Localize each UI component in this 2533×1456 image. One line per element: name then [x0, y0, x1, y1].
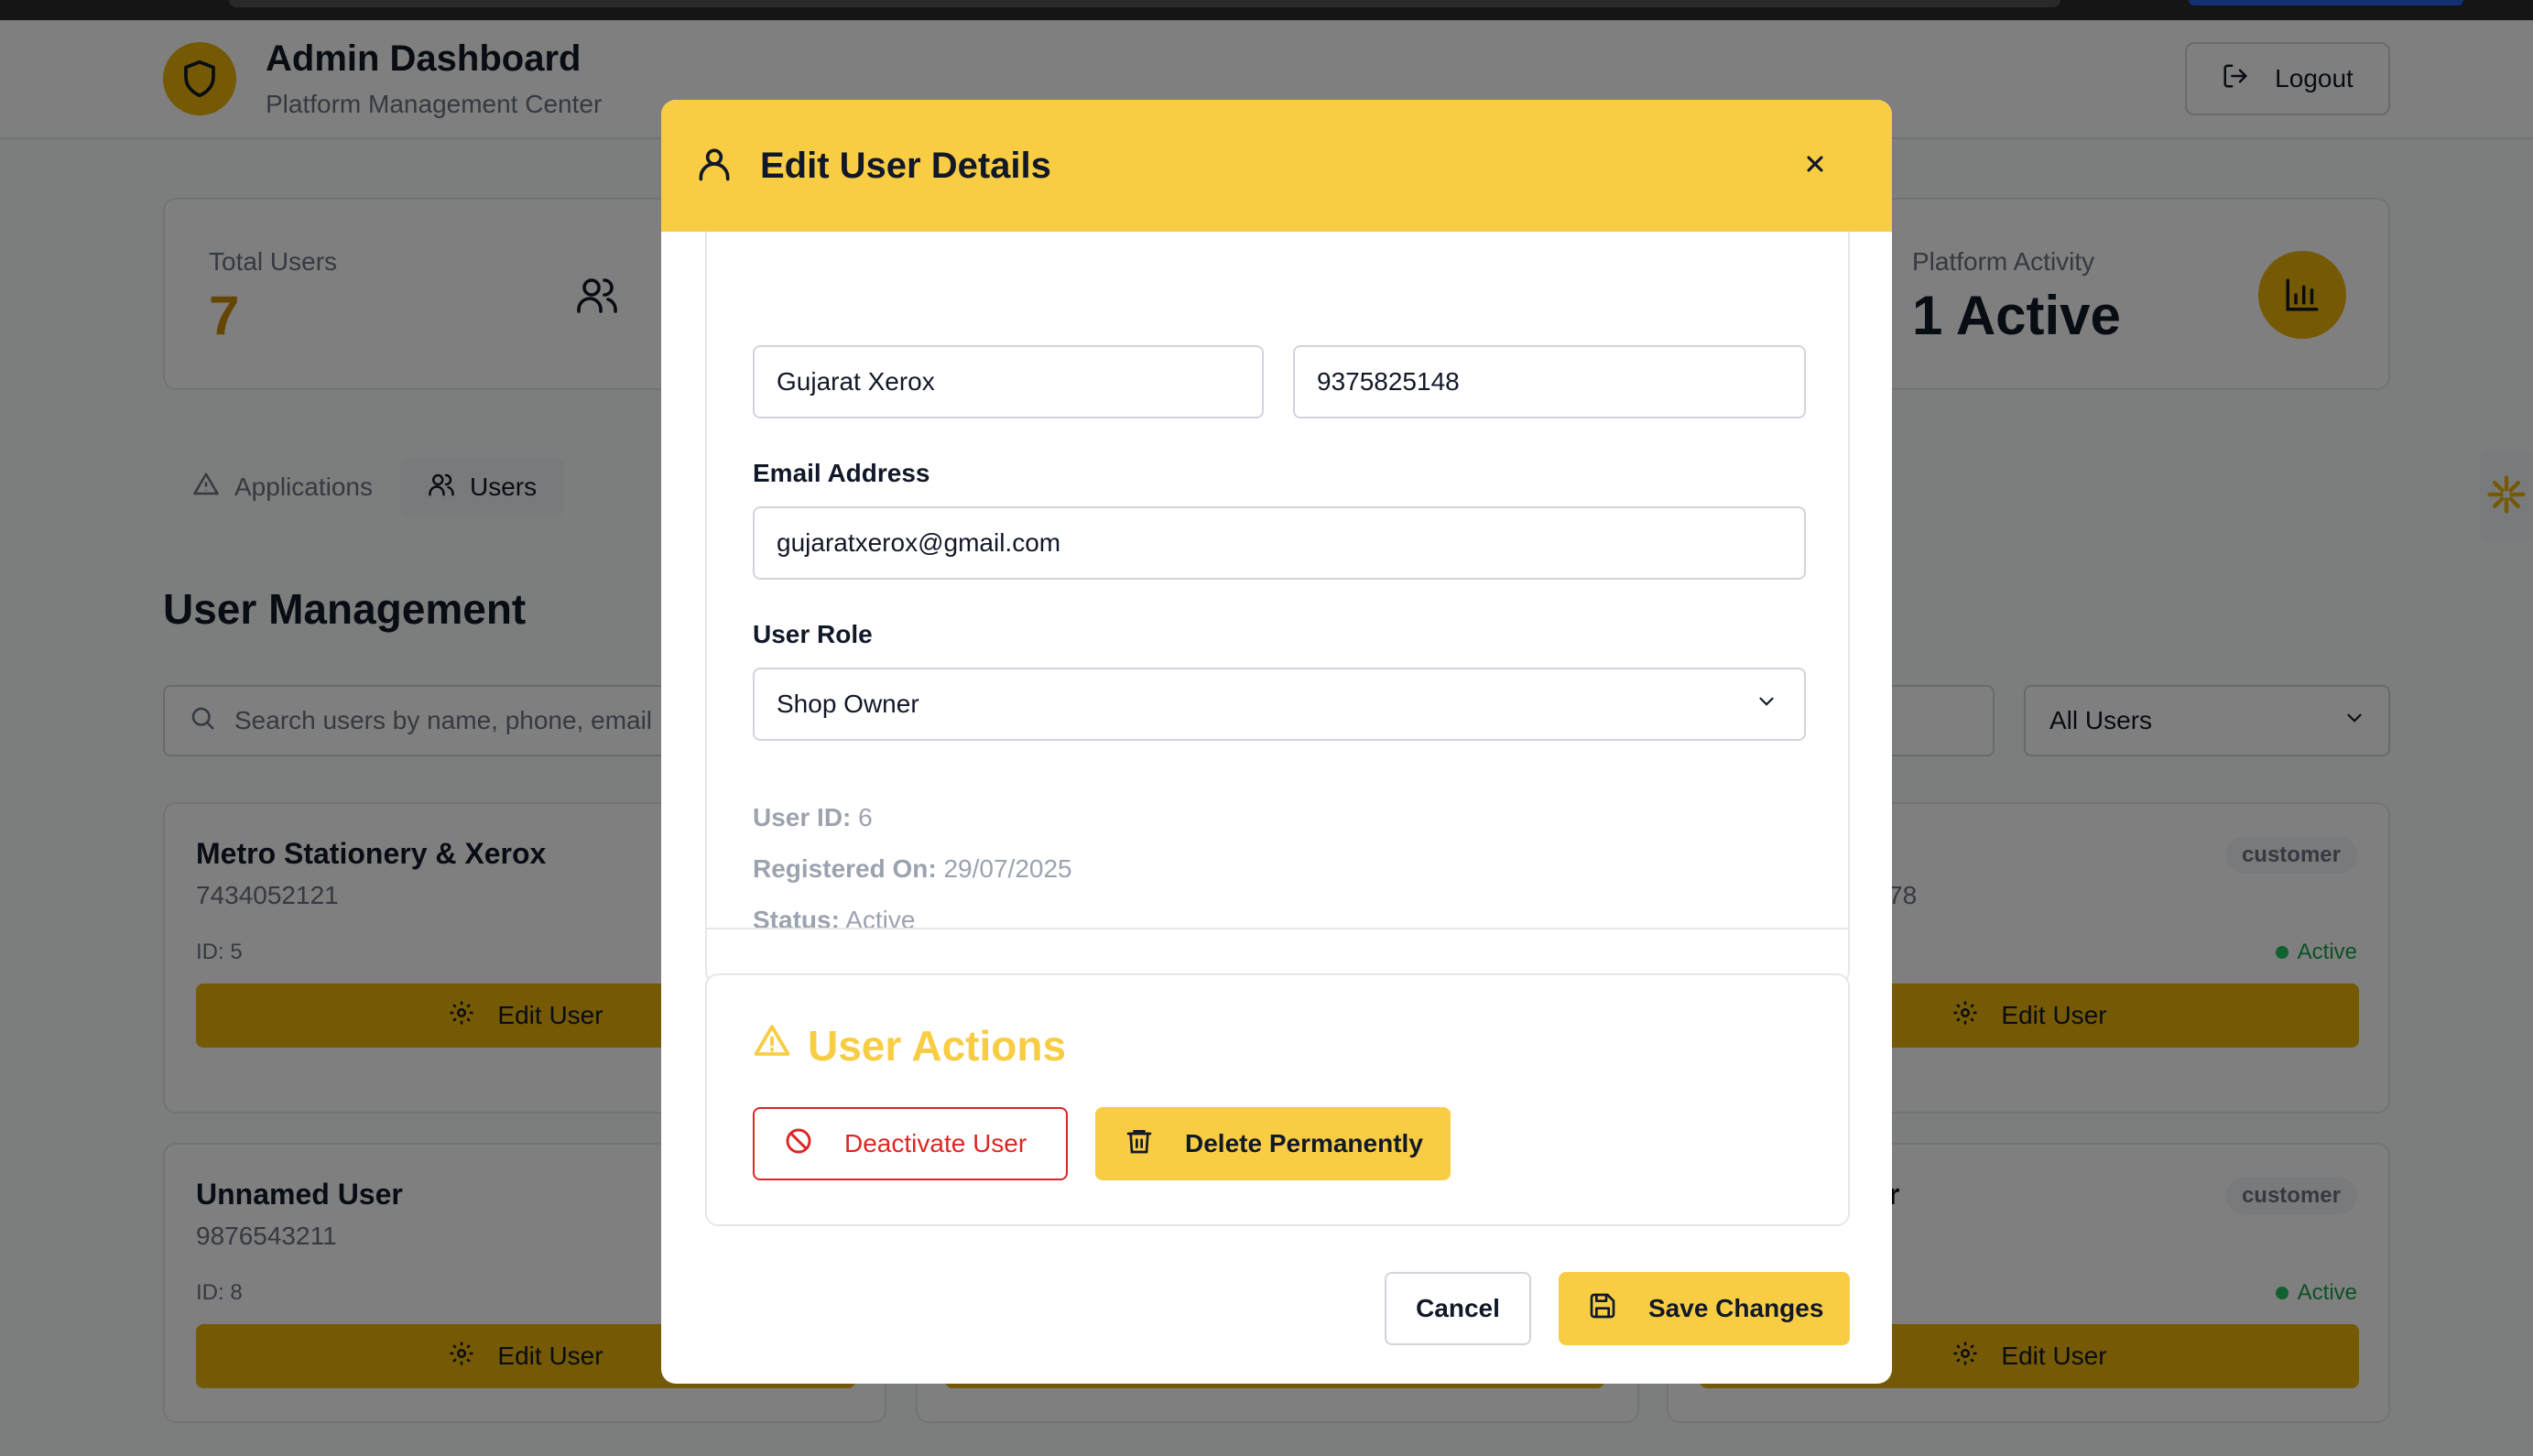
user-id-meta: User ID: 6 [753, 803, 873, 832]
chevron-down-icon [1755, 690, 1778, 720]
delete-permanently-button[interactable]: Delete Permanently [1095, 1107, 1451, 1180]
user-icon [694, 144, 734, 189]
status-label: Status: [753, 906, 840, 934]
role-label: User Role [753, 620, 873, 648]
divider [705, 928, 1850, 929]
user-actions-card: User Actions Deactivate User Delete Perm… [705, 973, 1850, 1226]
warning-icon [753, 1021, 791, 1070]
modal-header: Edit User Details [661, 100, 1892, 232]
phone-field[interactable]: 9375825148 [1293, 345, 1806, 418]
name-field[interactable]: Gujarat Xerox [753, 345, 1264, 418]
registered-label: Registered On: [753, 854, 937, 883]
role-value: Shop Owner [777, 690, 919, 718]
name-value: Gujarat Xerox [777, 367, 935, 396]
status-meta: Status: Active [753, 906, 915, 935]
user-id-label: User ID: [753, 803, 852, 831]
actions-title: User Actions [753, 1021, 1066, 1070]
email-label: Email Address [753, 459, 930, 487]
email-field[interactable]: gujaratxerox@gmail.com [753, 506, 1806, 580]
cancel-button[interactable]: Cancel [1385, 1272, 1531, 1345]
trash-icon [1125, 1126, 1154, 1162]
registered-value: 29/07/2025 [943, 854, 1072, 883]
cancel-label: Cancel [1416, 1294, 1500, 1322]
user-details-card: Gujarat Xerox 9375825148 Email Address g… [705, 210, 1850, 984]
modal-title: Edit User Details [760, 145, 1051, 186]
role-select[interactable]: Shop Owner [753, 668, 1806, 741]
actions-title-label: User Actions [808, 1022, 1067, 1070]
registered-meta: Registered On: 29/07/2025 [753, 854, 1072, 884]
ban-icon [784, 1126, 813, 1162]
save-icon [1588, 1291, 1617, 1327]
user-id-value: 6 [858, 803, 873, 831]
delete-label: Delete Permanently [1185, 1129, 1423, 1157]
deactivate-label: Deactivate User [844, 1129, 1027, 1157]
close-button[interactable] [1795, 146, 1835, 186]
edit-user-modal: Gujarat Xerox 9375825148 Email Address g… [661, 100, 1892, 1384]
save-changes-button[interactable]: Save Changes [1559, 1272, 1850, 1345]
email-value: gujaratxerox@gmail.com [777, 528, 1061, 557]
save-label: Save Changes [1648, 1294, 1824, 1322]
phone-value: 9375825148 [1317, 367, 1460, 396]
deactivate-user-button[interactable]: Deactivate User [753, 1107, 1068, 1180]
close-icon [1802, 151, 1828, 181]
status-value: Active [845, 906, 916, 934]
